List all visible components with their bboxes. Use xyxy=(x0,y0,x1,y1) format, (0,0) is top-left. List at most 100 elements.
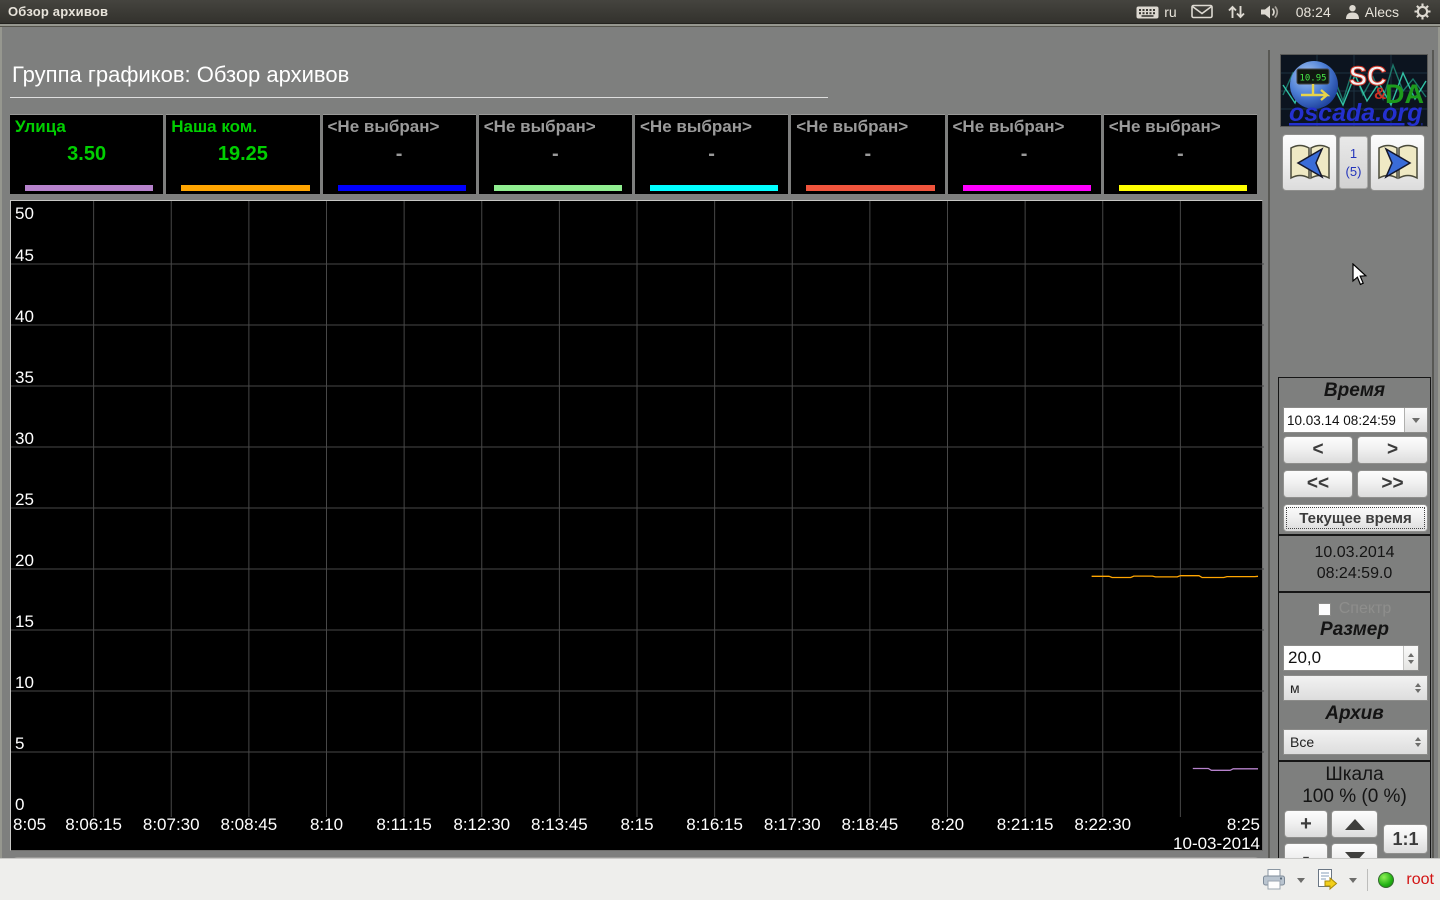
page-back-button[interactable]: << xyxy=(1283,470,1353,498)
y-tick-label: 50 xyxy=(15,204,34,223)
current-time-value: 08:24:59.0 xyxy=(1316,564,1393,582)
series-lines xyxy=(1091,575,1259,771)
scale-value: 100 % (0 %) xyxy=(1302,786,1407,807)
page-count: (5) xyxy=(1345,163,1362,179)
arrow-up-icon xyxy=(1344,818,1365,830)
x-tick-label: 8:15 xyxy=(620,815,653,834)
print-options-arrow-icon[interactable] xyxy=(1297,877,1306,883)
network-sync-icon[interactable] xyxy=(1227,4,1246,20)
current-user-label: root xyxy=(1406,871,1434,888)
x-tick-label: 8:25 xyxy=(1227,815,1260,834)
x-tick-label: 8:08:45 xyxy=(221,815,278,834)
gear-icon[interactable] xyxy=(1413,2,1432,21)
legend-item-4[interactable]: <Не выбран> - xyxy=(635,114,789,194)
spin-up-icon xyxy=(1408,652,1414,657)
size-spinbox[interactable] xyxy=(1283,645,1419,671)
legend-item-0[interactable]: Улица 3.50 xyxy=(10,114,164,194)
legend-item-value: - xyxy=(395,143,403,165)
parameters-group: Спектр Размер м Архив Все xyxy=(1278,592,1431,761)
x-tick-label: 8:06:15 xyxy=(65,815,122,834)
page-number: 1 xyxy=(1349,145,1358,161)
statusbar-separator xyxy=(1367,869,1369,891)
screen: Обзор архивов ru 08:24 Alecs Группа граф… xyxy=(0,0,1440,900)
select-arrows-icon xyxy=(1411,737,1427,747)
size-input[interactable] xyxy=(1284,646,1403,670)
x-tick-label: 8:21:15 xyxy=(997,815,1054,834)
y-tick-label: 40 xyxy=(15,307,34,326)
trend-plot-area[interactable]: 0 5 10 15 20 25 30 35 40 45 50 8:05 8:06:15 8:07:30 8:… xyxy=(10,200,1264,852)
time-group-title: Время xyxy=(1323,380,1386,401)
legend-item-1[interactable]: Наша ком. 19.25 xyxy=(166,114,320,194)
y-tick-label: 20 xyxy=(15,551,34,570)
archive-select[interactable]: Все xyxy=(1283,729,1428,755)
mouse-cursor xyxy=(1352,263,1368,286)
spin-down-icon xyxy=(1408,659,1414,664)
export-icon[interactable] xyxy=(1315,868,1339,892)
oscada-logo: 10.95 SC & DA oscada.org xyxy=(1280,54,1428,127)
current-date-value: 10.03.2014 xyxy=(1314,543,1395,561)
legend-item-6[interactable]: <Не выбран> - xyxy=(947,114,1101,194)
reset-scale-button[interactable]: 1:1 xyxy=(1383,824,1428,854)
legend-item-2[interactable]: <Не выбран> - xyxy=(322,114,476,194)
print-icon[interactable] xyxy=(1261,868,1287,892)
step-forward-button[interactable]: > xyxy=(1357,436,1428,464)
spectrum-checkbox[interactable] xyxy=(1317,602,1331,616)
keyboard-layout-label: ru xyxy=(1164,3,1177,20)
x-tick-label: 8:10 xyxy=(310,815,343,834)
spectrum-checkbox-row[interactable]: Спектр xyxy=(1279,600,1430,618)
size-unit-select[interactable]: м xyxy=(1283,675,1428,701)
prev-page-button[interactable] xyxy=(1282,134,1337,191)
panel-separator-right xyxy=(1432,50,1434,880)
legend-item-label: <Не выбран> xyxy=(952,117,1065,136)
current-time-display: 10.03.2014 08:24:59.0 xyxy=(1278,535,1431,592)
archive-value: Все xyxy=(1290,734,1315,750)
legend-item-label: <Не выбран> xyxy=(483,117,596,136)
x-tick-label: 8:05 xyxy=(13,815,46,834)
size-spin-buttons[interactable] xyxy=(1403,646,1418,670)
y-tick-label: 25 xyxy=(15,490,34,509)
status-bar: root xyxy=(0,858,1440,900)
spectrum-label: Спектр xyxy=(1338,600,1392,617)
title-underline xyxy=(10,97,828,98)
clock[interactable]: 08:24 xyxy=(1296,4,1331,20)
legend-item-label: <Не выбран> xyxy=(796,117,909,136)
legend-item-5[interactable]: <Не выбран> - xyxy=(791,114,945,194)
x-tick-label: 8:22:30 xyxy=(1074,815,1131,834)
volume-icon[interactable] xyxy=(1260,4,1282,20)
legend-item-value: - xyxy=(708,143,715,165)
logo-lcd-value: 10.95 xyxy=(1299,74,1326,84)
shift-up-button[interactable] xyxy=(1331,810,1378,838)
scale-title: Шкала xyxy=(1325,764,1384,785)
page-forward-button[interactable]: >> xyxy=(1357,470,1428,498)
trend-chart: 0 5 10 15 20 25 30 35 40 45 50 8:05 8:06:15 8:07:30 8:… xyxy=(11,201,1264,852)
keyboard-indicator[interactable]: ru xyxy=(1136,3,1177,20)
datetime-combobox[interactable] xyxy=(1283,407,1428,433)
datetime-input[interactable] xyxy=(1284,408,1404,432)
gridlines xyxy=(11,201,1264,817)
datetime-dropdown-button[interactable] xyxy=(1404,408,1427,432)
legend-item-value: - xyxy=(1020,143,1028,165)
top-panel: Обзор архивов ru 08:24 Alecs xyxy=(0,0,1440,24)
username-label: Alecs xyxy=(1364,3,1399,20)
export-options-arrow-icon[interactable] xyxy=(1349,877,1358,883)
zoom-in-button[interactable]: + xyxy=(1284,810,1328,838)
legend-color-bar xyxy=(25,185,154,191)
status-bar-right: root xyxy=(1261,859,1434,901)
y-tick-label: 30 xyxy=(15,429,34,448)
alarm-status-led xyxy=(1378,872,1395,888)
y-tick-label: 10 xyxy=(15,673,34,692)
legend-color-bar xyxy=(650,185,779,191)
legend-item-7[interactable]: <Не выбран> - xyxy=(1103,114,1257,194)
step-back-button[interactable]: < xyxy=(1283,436,1353,464)
next-page-button[interactable] xyxy=(1370,134,1425,191)
legend-color-bar xyxy=(493,185,622,191)
legend-item-3[interactable]: <Не выбран> - xyxy=(478,114,632,194)
mail-icon[interactable] xyxy=(1190,4,1213,19)
page-indicator: 1 (5) xyxy=(1339,136,1368,189)
user-menu[interactable]: Alecs xyxy=(1345,4,1399,20)
x-tick-label: 8:16:15 xyxy=(686,815,743,834)
current-time-button[interactable]: Текущее время xyxy=(1283,504,1428,532)
trend-legend: Улица 3.50 Наша ком. 19.25 <Не выбран> - <Не в… xyxy=(10,114,1257,194)
system-tray: ru 08:24 Alecs xyxy=(1136,2,1432,21)
legend-item-value: - xyxy=(552,143,559,165)
